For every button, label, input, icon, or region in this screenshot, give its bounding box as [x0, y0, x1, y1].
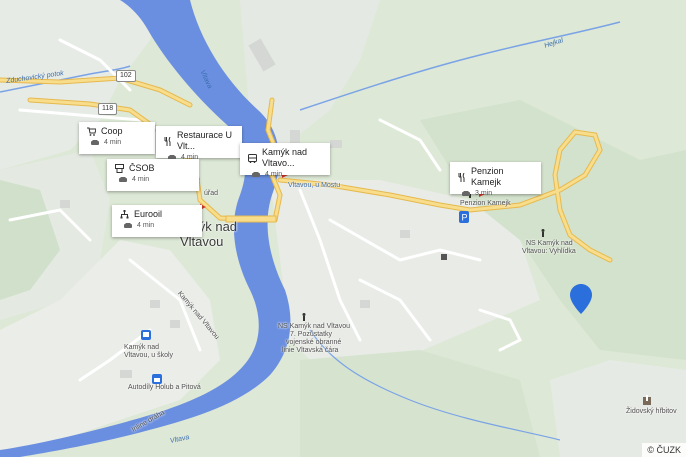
info-icon-vyhlidka [541, 229, 545, 237]
atm-icon [115, 164, 124, 173]
svg-text:P: P [462, 213, 468, 223]
waste-icon [441, 254, 447, 260]
map-base [0, 0, 686, 457]
poi-card-bus-stop[interactable]: Kamýk nad Vltavo... 4 min [240, 143, 330, 178]
ns-label-line1: NS Kamýk nad Vltavou [278, 323, 350, 330]
poi-travel-time: 4 min [132, 176, 150, 183]
cemetery-icon [643, 395, 651, 405]
poi-name: Restaurace U Vlt... [177, 130, 233, 151]
poi-travel-time: 4 min [137, 222, 155, 229]
poi-travel-time: 3 min [475, 190, 493, 197]
poi-card-penzion[interactable]: Penzion Kamejk 3 min [450, 162, 541, 197]
map-view[interactable]: 102 118 Zduchovický potok Vltava Vltava … [0, 0, 686, 457]
bus-icon [248, 153, 257, 163]
ns-label-line3: vojenské obranné [286, 339, 342, 346]
car-icon [91, 139, 99, 145]
restaurant-icon [458, 172, 465, 182]
ns-label-line4: linie Vltavská čára [282, 347, 339, 354]
bus-stop-icon [141, 330, 151, 340]
car-icon [119, 176, 127, 182]
map-copyright[interactable]: © ČUZK [642, 443, 686, 457]
poi-travel-time: 4 min [104, 139, 122, 146]
shop-label-autodily: Autodíly Holub a Pitová [128, 384, 201, 391]
road-number-102: 102 [116, 70, 136, 82]
ns-vyhlidka-line2: Vltavou: Vyhlídka [522, 248, 576, 255]
ns-label-line2: 7. Pozůstatky [290, 331, 333, 338]
poi-name: Kamýk nad Vltavo... [262, 147, 308, 168]
parking-icon: P [459, 211, 469, 223]
ns-vyhlidka-line1: NS Kamýk nad [526, 240, 573, 247]
fuel-network-icon [120, 210, 129, 219]
car-icon [462, 190, 470, 196]
stop-label-line1: Kamýk nad [124, 344, 160, 351]
restaurant-icon [164, 136, 171, 146]
info-icon [302, 313, 306, 321]
shop-icon [152, 374, 162, 384]
poi-name: Eurooil [134, 209, 163, 219]
cemetery-label: Židovský hřbitov [626, 408, 677, 415]
poi-name: Penzion Kamejk [471, 166, 504, 187]
poi-card-eurooil[interactable]: Eurooil 4 min [112, 205, 202, 237]
car-icon [124, 222, 132, 228]
poi-card-restaurace[interactable]: Restaurace U Vlt... 4 min [156, 126, 242, 161]
car-icon [252, 171, 260, 177]
stop-label-line2: Vltavou, u školy [124, 352, 174, 359]
poi-card-coop[interactable]: Coop 4 min [79, 122, 155, 154]
poi-travel-time: 4 min [265, 171, 283, 178]
cart-icon [87, 127, 96, 136]
penzion-map-label: Penzion Kamejk [460, 200, 511, 207]
location-pin-icon[interactable] [570, 284, 592, 314]
office-label: úřad [204, 190, 219, 197]
poi-card-csob[interactable]: ČSOB 4 min [107, 159, 199, 191]
poi-name: ČSOB [129, 163, 155, 173]
poi-name: Coop [101, 126, 123, 136]
stop-label-most: Vltavou, u Mostu [288, 182, 341, 189]
road-number-118: 118 [98, 103, 118, 115]
